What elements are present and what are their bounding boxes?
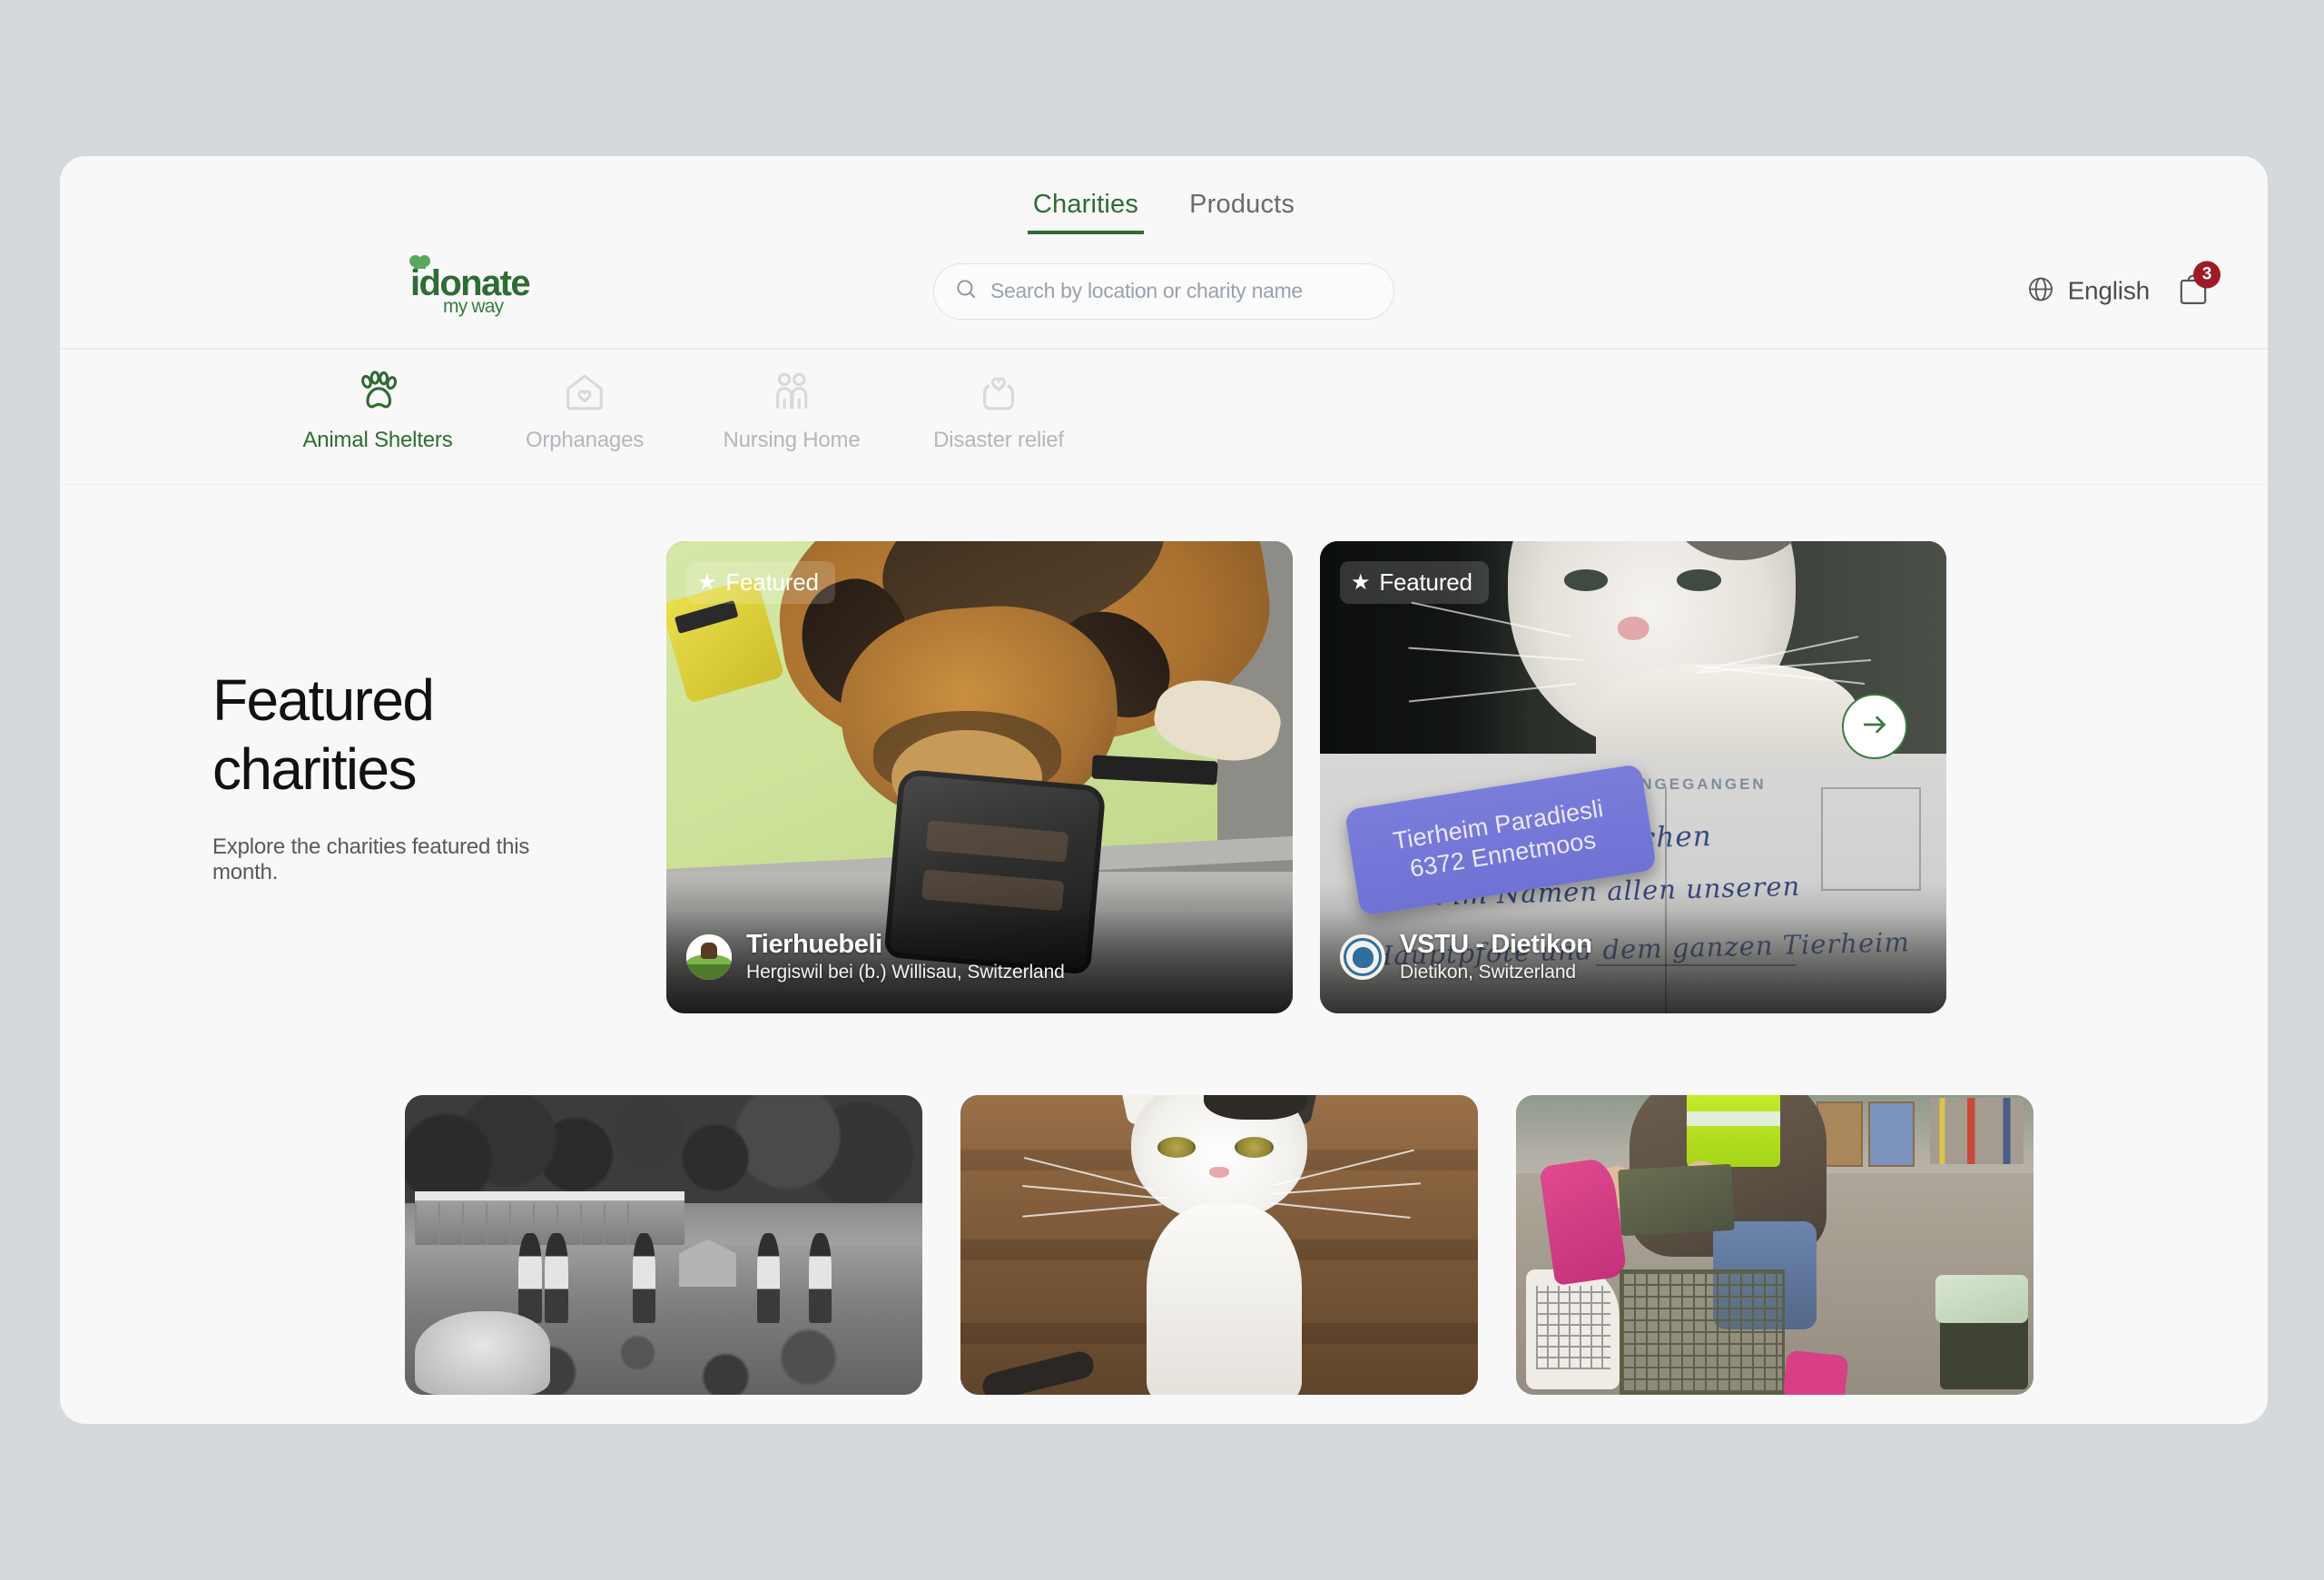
carousel-next-button[interactable] [1842,694,1907,760]
charity-info: VSTU - Dietikon Dietikon, Switzerland [1320,912,1946,1014]
header-actions: English 3 [2026,261,2221,311]
house-heart-icon [560,370,609,415]
cart-badge: 3 [2193,261,2221,288]
avatar [1340,934,1385,981]
category-label: Nursing Home [723,427,861,452]
charity-info: Tierhuebeli Hergiswil bei (b.) Willisau,… [666,912,1293,1014]
two-people-icon [767,370,816,415]
shopping-bag-icon [2177,274,2210,310]
featured-badge: ★ Featured [1340,561,1489,605]
globe-icon [2026,274,2055,308]
category-animal-shelters[interactable]: Animal Shelters [274,370,481,453]
search-box[interactable] [933,262,1394,320]
search-bar [933,262,1394,320]
featured-badge-label: Featured [1379,568,1472,597]
charity-card-2[interactable] [960,1095,1478,1396]
charity-location: Dietikon, Switzerland [1400,962,1576,983]
cart-button[interactable]: 3 [2177,261,2221,311]
hands-heart-icon [974,370,1023,415]
category-orphanages[interactable]: Orphanages [481,370,688,453]
app-panel: Charities Products idonate my way Search… [60,156,2268,1424]
charity-name: VSTU - Dietikon [1400,929,1592,959]
charity-photo [960,1095,1478,1396]
language-selector[interactable]: English [2026,274,2150,308]
featured-card-tierhuebeli[interactable]: ★ Featured Tierhuebeli Hergiswil bei (b.… [666,541,1293,1014]
tab-products[interactable]: Products [1184,192,1300,234]
featured-badge: ★ Featured [686,561,835,605]
featured-title-line1: Featured [212,667,435,734]
featured-card-vstu-dietikon[interactable]: EINGEGANGEN Ganz, ganz Herzlichen Dank i… [1320,541,1946,1014]
charity-location: Hergiswil bei (b.) Willisau, Switzerland [746,962,1065,983]
brand-logo[interactable]: idonate my way [409,254,592,325]
category-nav: Animal Shelters Orphanages Nursing Home … [60,350,2268,484]
star-icon: ★ [697,569,717,595]
charity-card-3[interactable] [1516,1095,2034,1396]
star-icon: ★ [1351,569,1371,595]
charity-name: Tierhuebeli [746,929,882,959]
paw-icon [353,370,402,415]
category-disaster-relief[interactable]: Disaster relief [895,370,1102,453]
search-icon [954,277,978,305]
search-input[interactable] [990,279,1374,303]
charity-photo [1516,1095,2034,1396]
category-label: Orphanages [525,427,645,452]
charity-photo [405,1095,922,1396]
charity-grid [60,1013,2268,1396]
tab-charities[interactable]: Charities [1027,192,1145,234]
category-label: Animal Shelters [302,427,453,452]
screen: Charities Products idonate my way Search… [0,0,2324,1580]
category-nursing-home[interactable]: Nursing Home [688,370,895,453]
top-tab-bar: Charities Products [60,156,2268,234]
featured-heading-block: Featured charities Explore the charities… [212,541,594,1013]
featured-subtitle: Explore the charities featured this mont… [212,834,530,885]
header: idonate my way Search by location or cha… [60,234,2268,348]
language-label: English [2067,276,2151,305]
brand-tagline: my way [443,295,504,317]
avatar [686,934,732,981]
featured-badge-label: Featured [725,568,819,597]
category-label: Disaster relief [933,427,1064,452]
featured-title-line2: charities [212,736,418,802]
featured-carousel: ★ Featured Tierhuebeli Hergiswil bei (b.… [666,541,1946,1014]
featured-section: Featured charities Explore the charities… [60,485,2268,1014]
page-title: Featured charities [212,667,594,804]
charity-card-1[interactable] [405,1095,922,1396]
arrow-right-icon [1858,708,1891,746]
